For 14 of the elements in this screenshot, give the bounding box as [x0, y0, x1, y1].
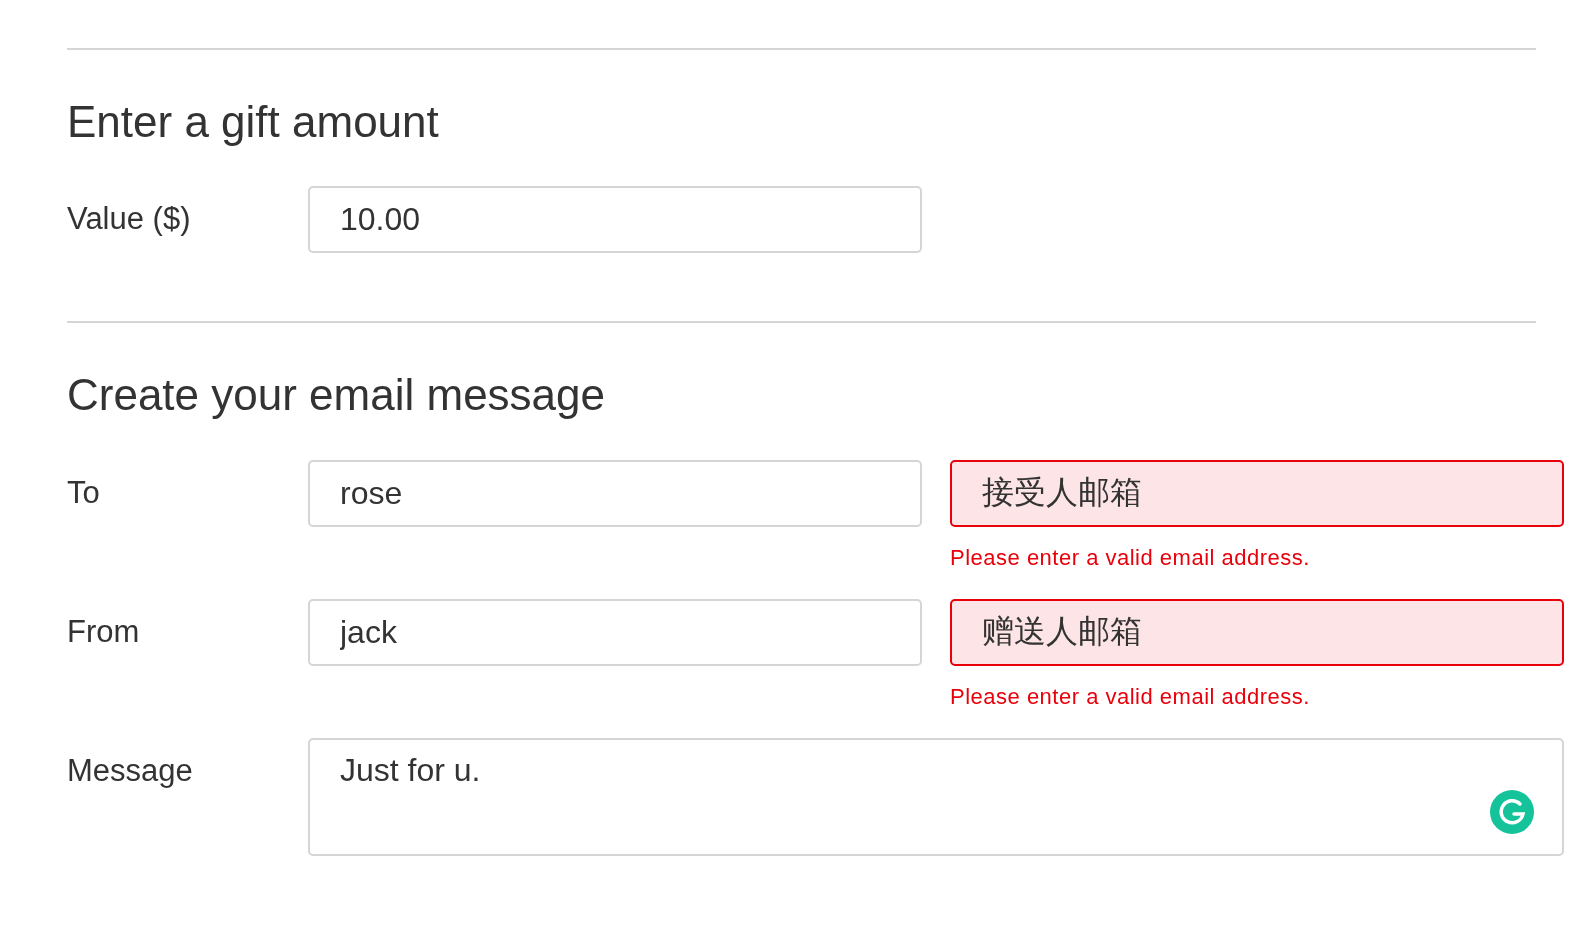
field-label: To	[67, 473, 101, 512]
section-title: Enter a gift amount	[67, 98, 440, 147]
error-message: Please enter a valid email address.	[950, 683, 1311, 710]
email-field[interactable]: 接受人邮箱	[950, 459, 1564, 527]
field-label: From	[67, 612, 141, 651]
input-field[interactable]: rose	[308, 459, 922, 527]
field-label: Message	[67, 751, 194, 790]
section-title: Create your email message	[67, 371, 606, 420]
field-label: Value ($)	[67, 200, 192, 239]
message-field[interactable]: Just for u.	[308, 737, 1564, 856]
input-field[interactable]: 10.00	[308, 186, 922, 254]
input-field[interactable]: jack	[308, 598, 922, 666]
error-message: Please enter a valid email address.	[950, 544, 1311, 571]
email-field[interactable]: 赠送人邮箱	[950, 598, 1564, 666]
